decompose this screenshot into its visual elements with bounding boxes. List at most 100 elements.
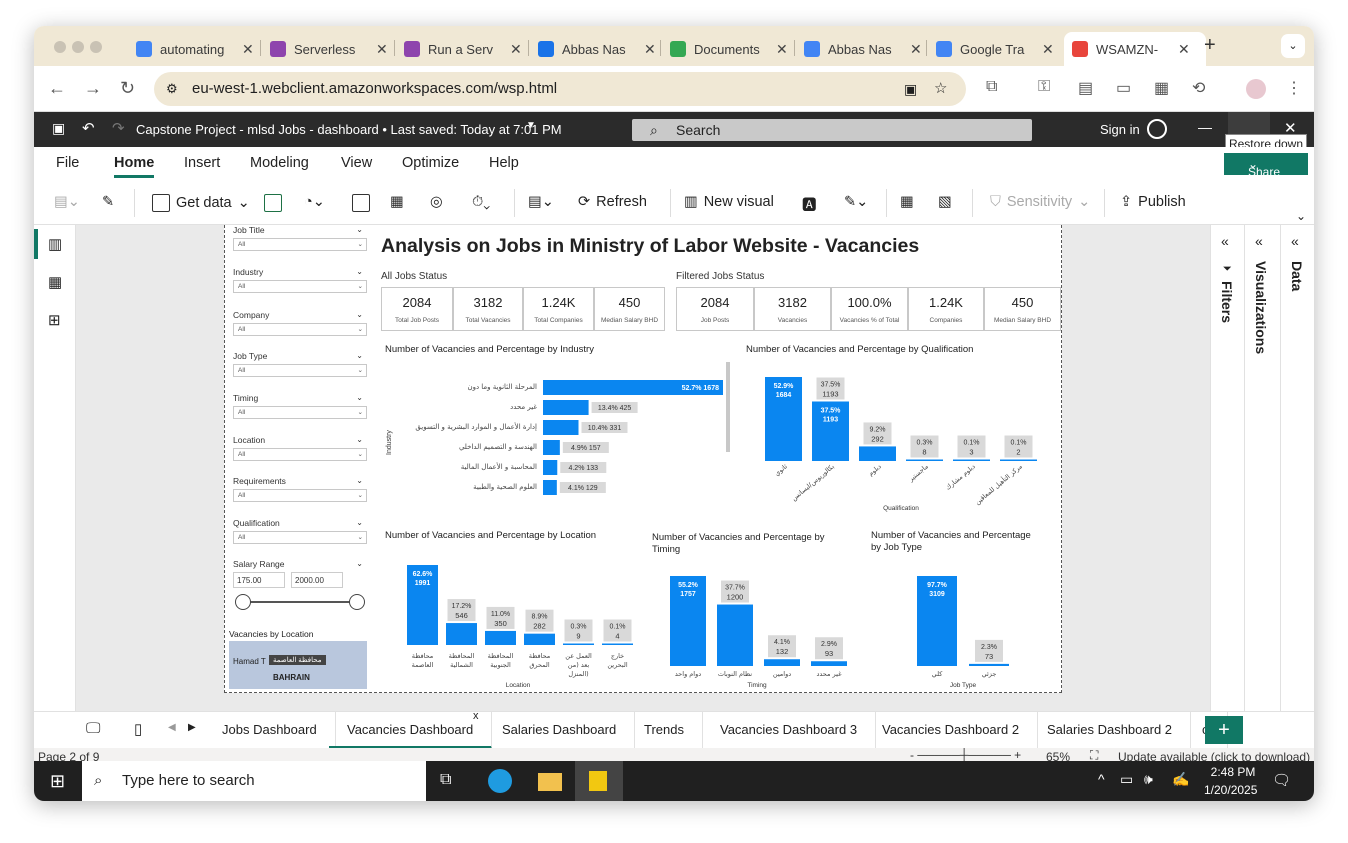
file-explorer-icon[interactable] (538, 773, 562, 791)
table-icon[interactable]: ▦ (390, 194, 404, 210)
menu-help[interactable]: Help (489, 155, 519, 171)
model-view-icon[interactable]: ⊞ (48, 311, 61, 329)
page-tab[interactable]: Trends (626, 712, 703, 749)
browser-tab[interactable]: automating ✕ (128, 32, 256, 66)
collapse-icon[interactable]: « (1291, 233, 1299, 249)
excel-icon[interactable] (264, 194, 282, 212)
close-window-dot[interactable] (54, 41, 66, 53)
account-icon[interactable] (1147, 119, 1167, 139)
task-view-icon[interactable]: ⧉ (440, 771, 451, 789)
chevron-down-icon[interactable]: ⌄ (1281, 34, 1305, 58)
page-tab[interactable]: Salaries Dashboard (484, 712, 636, 749)
back-icon[interactable]: ← (48, 78, 66, 99)
menu-optimize[interactable]: Optimize (402, 155, 459, 171)
prev-page-icon[interactable]: ◀ (168, 722, 176, 733)
transform-data-icon[interactable]: ▤⌄ (528, 194, 554, 210)
redo-icon[interactable]: ↷ (112, 119, 125, 137)
visualizations-pane[interactable]: « Visualizations (1244, 225, 1280, 711)
address-bar[interactable]: ⚙ eu-west-1.webclient.amazonworkspaces.c… (154, 72, 966, 106)
page-tab[interactable]: Vacancies Dashboard (329, 712, 493, 749)
notification-icon[interactable]: 🗨 (1272, 771, 1291, 789)
dataverse-icon[interactable] (352, 194, 370, 212)
browser-tab[interactable]: Run a Serv ✕ (396, 32, 524, 66)
onelake-icon[interactable]: ◔⌄ (304, 194, 325, 210)
pen-icon[interactable]: ✍ (1172, 771, 1189, 788)
clipboard-icon[interactable]: ▣ (904, 72, 917, 106)
search-box[interactable]: ⌕ Search (632, 119, 1032, 141)
publish-button[interactable]: ⇪ Publish (1120, 194, 1186, 210)
tray-chevron-icon[interactable]: ^ (1098, 771, 1105, 787)
filters-pane[interactable]: « ⏷ Filters (1210, 225, 1244, 711)
forward-icon[interactable]: → (84, 78, 102, 99)
volume-icon[interactable]: 🕪 (1144, 771, 1153, 788)
quick-measure-icon[interactable]: ▧ (938, 194, 952, 210)
browser-tab[interactable]: Abbas Nas ✕ (530, 32, 658, 66)
new-visual-button[interactable]: ▥ New visual (684, 194, 774, 210)
calculator-icon[interactable]: ▦ (900, 194, 914, 210)
refresh-button[interactable]: ⟳ Refresh (578, 194, 647, 210)
browser-tab[interactable]: Serverless ✕ (262, 32, 390, 66)
get-data-button[interactable]: Get data ⌄ (152, 194, 250, 212)
share-button[interactable]: Share ⌄ (1224, 153, 1308, 179)
document-title[interactable]: Capstone Project - mlsd Jobs - dashboard… (136, 122, 562, 137)
page-tab[interactable]: Vacancies Dashboard 3 (702, 712, 877, 749)
save-icon[interactable]: ▣ (52, 120, 65, 137)
powerbi-taskbar-icon[interactable] (575, 761, 623, 801)
data-pane[interactable]: « Data (1280, 225, 1314, 711)
tab-close-icon[interactable]: ✕ (644, 41, 656, 58)
kebab-menu-icon[interactable]: ⋮ (1286, 78, 1302, 98)
bookmark-star-icon[interactable]: ☆ (934, 72, 947, 106)
collapse-icon[interactable]: « (1255, 233, 1263, 249)
tab-close-icon[interactable]: ✕ (776, 41, 788, 58)
collapse-icon[interactable]: « (1221, 233, 1229, 249)
menu-view[interactable]: View (341, 155, 372, 171)
close-page-icon[interactable]: x (473, 710, 479, 722)
page-tab[interactable]: Salaries Dashboard 2 (1029, 712, 1192, 749)
minimize-window-dot[interactable] (72, 41, 84, 53)
sign-in-button[interactable]: Sign in (1100, 122, 1140, 137)
tab-close-icon[interactable]: ✕ (242, 41, 254, 58)
mobile-layout-icon[interactable]: ▯ (134, 720, 142, 738)
format-painter-icon[interactable]: ✎ (102, 194, 114, 210)
page-tab[interactable]: Vacancies Dashboard 2 (864, 712, 1039, 749)
paste-icon[interactable]: ▤⌄ (54, 194, 80, 210)
minimize-icon[interactable]: — (1198, 119, 1212, 135)
tab-groups-icon[interactable]: ▦ (1154, 78, 1169, 98)
menu-home[interactable]: Home (114, 155, 155, 178)
page-tab[interactable]: Jobs Dashboard (204, 712, 336, 749)
extensions-icon[interactable]: ⧉ (986, 78, 997, 96)
tab-close-icon[interactable]: ✕ (376, 41, 388, 58)
clock-date[interactable]: 1/20/2025 (1204, 783, 1257, 797)
undo-icon[interactable]: ↶ (82, 119, 95, 137)
network-icon[interactable]: ▭ (1120, 771, 1133, 788)
table-view-icon[interactable]: ▦ (48, 273, 62, 291)
menu-file[interactable]: File (56, 155, 79, 171)
key-icon[interactable]: ⚿ (1038, 78, 1050, 96)
edge-icon[interactable] (488, 769, 512, 793)
sensitivity-button[interactable]: ⛉ Sensitivity ⌄ (990, 194, 1090, 210)
browser-tab[interactable]: WSAMZN- ✕ (1064, 32, 1206, 66)
report-view-icon[interactable] (34, 229, 38, 259)
zoom-window-dot[interactable] (90, 41, 102, 53)
reader-icon[interactable]: ▤ (1078, 78, 1093, 98)
reload-icon[interactable]: ↻ (120, 78, 135, 99)
taskbar-search[interactable]: ⌕ Type here to search (82, 761, 426, 801)
site-settings-icon[interactable]: ⚙ (166, 72, 178, 106)
profile-avatar[interactable] (1246, 79, 1266, 99)
browser-tab[interactable]: Abbas Nas ✕ (796, 32, 924, 66)
bar-chart-icon[interactable]: ▥ (48, 235, 62, 253)
tab-close-icon[interactable]: ✕ (910, 41, 922, 58)
desktop-layout-icon[interactable]: 🖵 (86, 720, 100, 737)
more-visuals-icon[interactable]: ✎⌄ (844, 194, 868, 210)
tab-close-icon[interactable]: ✕ (510, 41, 522, 58)
tab-close-icon[interactable]: ✕ (1042, 41, 1054, 58)
tab-close-icon[interactable]: ✕ (1178, 41, 1190, 58)
windows-start-icon[interactable]: ⊞ (50, 771, 65, 792)
devices-icon[interactable]: ▭ (1116, 78, 1131, 98)
clock-time[interactable]: 2:48 PM (1210, 765, 1256, 779)
zoom-slider[interactable]: - ─────┼───── + (910, 748, 1021, 762)
browser-tab[interactable]: Google Tra ✕ (928, 32, 1056, 66)
next-page-icon[interactable]: ▶ (188, 722, 196, 733)
browser-tab[interactable]: Documents ✕ (662, 32, 790, 66)
new-tab-button[interactable]: + (1204, 34, 1216, 57)
